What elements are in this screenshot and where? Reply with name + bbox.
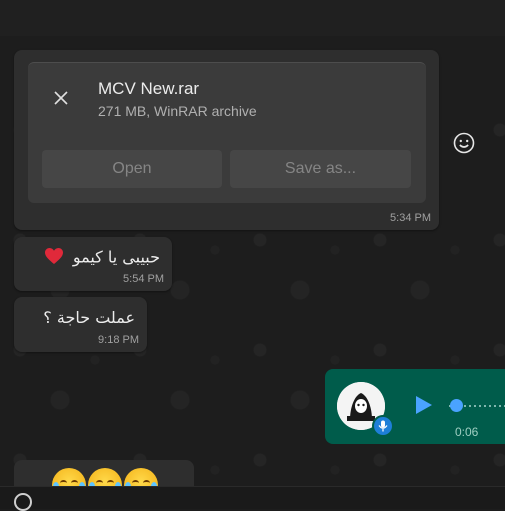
voice-message-bubble[interactable]: 0:06 — [325, 369, 505, 444]
save-as-button[interactable]: Save as... — [230, 150, 411, 188]
chat-header-strip — [0, 0, 505, 36]
file-meta: 271 MB, WinRAR archive — [98, 103, 257, 119]
play-icon[interactable] — [411, 393, 435, 417]
file-name: MCV New.rar — [98, 79, 200, 98]
heart-icon — [44, 247, 64, 269]
mic-icon — [372, 415, 394, 437]
message-text: عملت حاجة ؟ — [43, 308, 135, 327]
incoming-message[interactable]: حبيبى يا كيمو 5:54 PM — [14, 237, 172, 291]
emoji-icon[interactable] — [452, 131, 476, 155]
compose-bar — [0, 486, 505, 511]
message-text-row: حبيبى يا كيمو — [44, 247, 160, 269]
message-time: 5:54 PM — [123, 273, 164, 285]
close-icon[interactable] — [48, 85, 74, 111]
message-time: 9:18 PM — [98, 334, 139, 346]
message-time: 5:34 PM — [390, 212, 431, 224]
file-card[interactable]: MCV New.rar 271 MB, WinRAR archive Open … — [28, 62, 426, 203]
voice-progress-knob[interactable] — [450, 399, 463, 412]
emoji-picker-icon[interactable] — [14, 493, 32, 511]
file-message-bubble[interactable]: MCV New.rar 271 MB, WinRAR archive Open … — [14, 50, 439, 230]
voice-duration: 0:06 — [455, 425, 479, 439]
open-button[interactable]: Open — [42, 150, 222, 188]
message-text: حبيبى يا كيمو — [72, 247, 160, 267]
incoming-message[interactable]: عملت حاجة ؟ 9:18 PM — [14, 297, 147, 352]
